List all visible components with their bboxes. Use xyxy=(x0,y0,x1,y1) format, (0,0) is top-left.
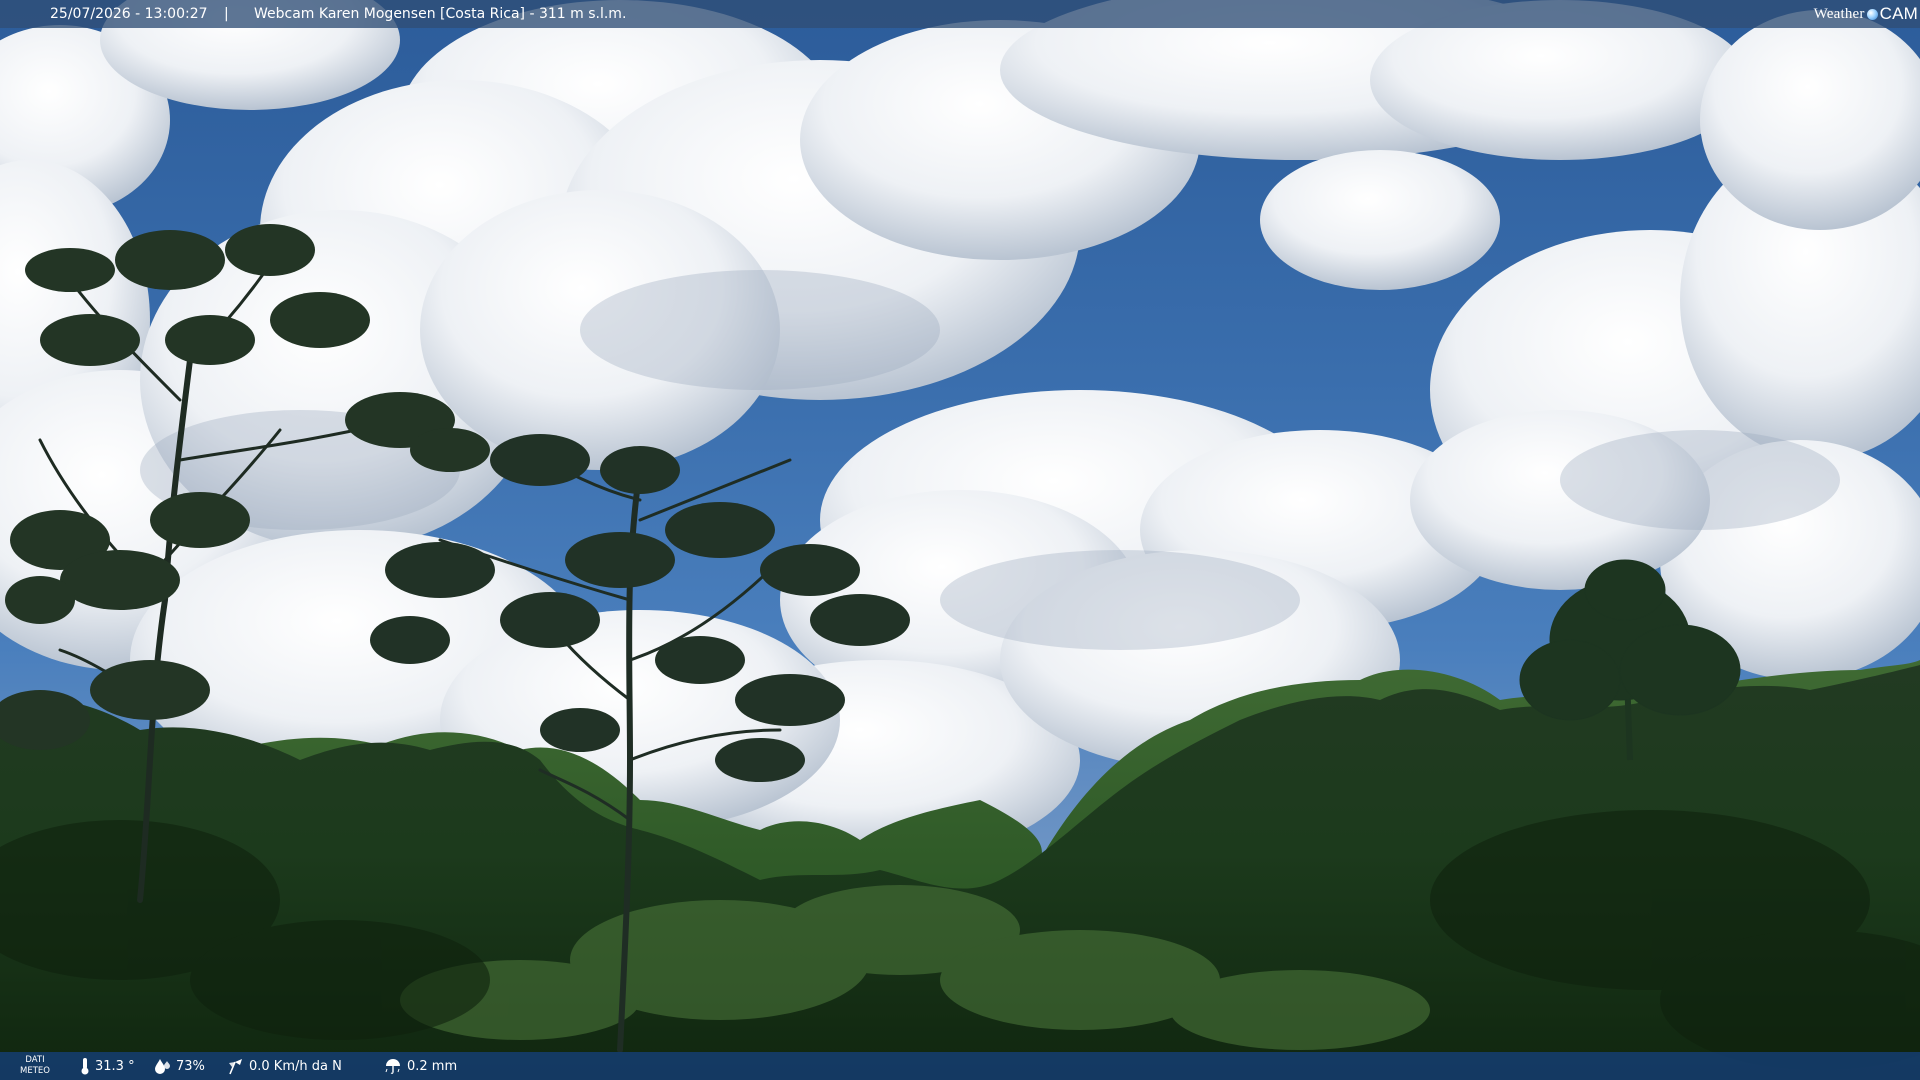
humidity-stat: 73% xyxy=(153,1052,205,1080)
separator: | xyxy=(224,6,229,22)
wind-icon xyxy=(229,1059,242,1075)
meteo-label-line1: DATI xyxy=(25,1055,45,1065)
brand-weather: Weather xyxy=(1813,6,1865,22)
humidity-value: 73% xyxy=(176,1058,205,1074)
wind-stat: 0.0 Km/h da N xyxy=(226,1052,342,1080)
brand-cam: CAM xyxy=(1879,4,1918,23)
meteo-data-bar: DATI METEO 31.3 ° 73% 0.0 Km/h da N 0.2 … xyxy=(0,1052,1920,1080)
top-info-bar: 25/07/2026 - 13:00:27 | Webcam Karen Mog… xyxy=(0,0,1920,28)
meteo-label-line2: METEO xyxy=(20,1066,50,1076)
rain-value: 0.2 mm xyxy=(407,1058,458,1074)
webcam-image xyxy=(0,0,1920,1080)
timestamp: 25/07/2026 - 13:00:27 xyxy=(50,6,208,22)
humidity-drop-icon xyxy=(155,1059,170,1074)
globe-icon xyxy=(1866,8,1878,20)
webcam-title: Webcam Karen Mogensen [Costa Rica] - 311… xyxy=(254,6,627,22)
temperature-stat: 31.3 ° xyxy=(80,1052,135,1080)
rain-umbrella-icon xyxy=(385,1059,400,1074)
rain-stat: 0.2 mm xyxy=(384,1052,457,1080)
temperature-value: 31.3 ° xyxy=(95,1058,135,1074)
weathercam-logo: Weather CAM xyxy=(1814,2,1918,26)
wind-value: 0.0 Km/h da N xyxy=(249,1058,342,1074)
landscape-scene xyxy=(0,0,1920,1080)
meteo-label: DATI METEO xyxy=(20,1055,50,1077)
thermometer-icon xyxy=(81,1058,89,1075)
